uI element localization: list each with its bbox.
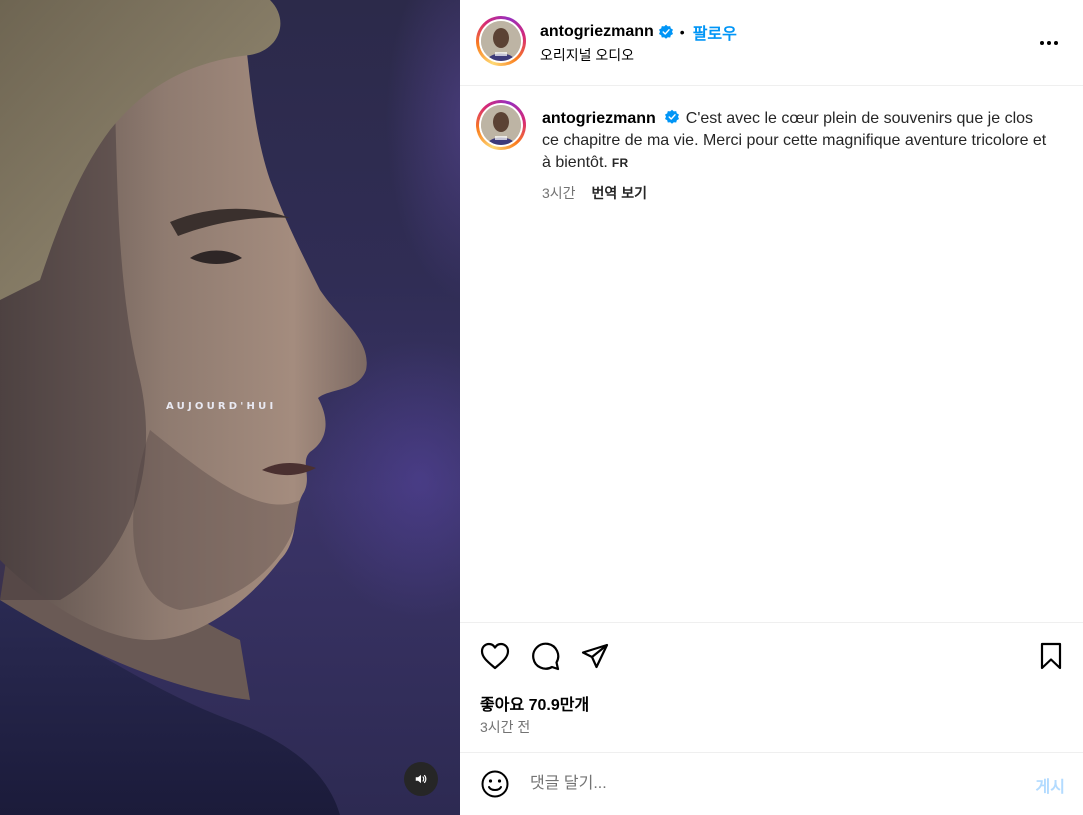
avatar-image [481, 21, 521, 61]
follow-button[interactable]: 팔로우 [693, 20, 737, 44]
emoji-button[interactable] [480, 769, 510, 799]
comment-icon [532, 642, 560, 671]
caption-username[interactable]: antogriezmann [542, 110, 656, 127]
language-badge: FR [611, 156, 629, 170]
speaker-icon [415, 774, 427, 784]
separator-dot: • [679, 24, 685, 40]
like-button[interactable] [480, 641, 510, 671]
save-button[interactable] [1036, 641, 1066, 671]
avatar[interactable] [476, 16, 526, 66]
heart-icon [480, 642, 510, 670]
caption-avatar[interactable] [476, 100, 526, 150]
post-actions: 좋아요 70.9만개 3시간 전 [460, 622, 1083, 752]
post-timestamp[interactable]: 3시간 전 [480, 717, 530, 737]
post-comment-button[interactable]: 게시 [1036, 773, 1065, 797]
caption-time[interactable]: 3시간 [542, 183, 576, 203]
bookmark-icon [1040, 642, 1062, 670]
share-icon [581, 643, 609, 669]
audio-label[interactable]: 오리지널 오디오 [540, 45, 634, 65]
post-details-pane: antogriezmann • 팔로우 오리지널 오디오 antogriezma… [460, 0, 1083, 815]
verified-badge-icon [658, 24, 673, 39]
comment-input[interactable] [530, 771, 1000, 797]
share-button[interactable] [580, 641, 610, 671]
header-username[interactable]: antogriezmann [540, 23, 654, 41]
likes-count[interactable]: 좋아요 70.9만개 [480, 691, 589, 715]
caption-text-block: antogriezmann C'est avec le cœur plein d… [542, 108, 1052, 174]
translate-button[interactable]: 번역 보기 [592, 183, 647, 203]
more-options-icon [1040, 41, 1058, 45]
post-header: antogriezmann • 팔로우 오리지널 오디오 [460, 0, 1083, 86]
comment-button[interactable] [530, 641, 560, 671]
sound-toggle-button[interactable] [404, 762, 438, 796]
post-media[interactable]: AUJOURD'HUI [0, 0, 460, 815]
more-options-button[interactable] [1037, 31, 1061, 55]
avatar-image [481, 105, 521, 145]
verified-badge-icon [664, 109, 679, 124]
emoji-icon [481, 770, 509, 798]
comment-bar: 게시 [460, 752, 1083, 815]
media-overlay-text: AUJOURD'HUI [166, 401, 277, 412]
